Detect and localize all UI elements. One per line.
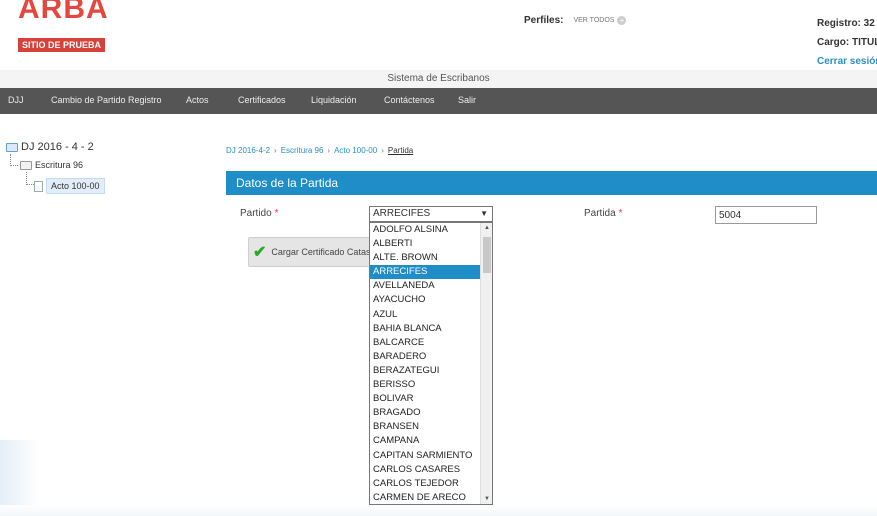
scroll-thumb[interactable] (483, 237, 491, 273)
nav-item-salir[interactable]: Salir (458, 95, 476, 105)
nav-item-djj[interactable]: DJJ (8, 95, 24, 105)
breadcrumb-link-escritura[interactable]: Escritura 96 (281, 146, 324, 155)
registro-text: Registro: 32 - 0 (817, 18, 877, 29)
dropdown-option[interactable]: BARADERO (370, 350, 481, 364)
dropdown-option[interactable]: AYACUCHO (370, 293, 481, 307)
system-title: Sistema de Escribanos (0, 70, 877, 88)
logo-subtitle: SITIO DE PRUEBA (18, 38, 106, 52)
dropdown-option[interactable]: CAMPANA (370, 434, 481, 448)
required-mark: * (618, 208, 623, 219)
file-icon (34, 180, 43, 192)
dropdown-option[interactable]: CARLOS CASARES (370, 463, 481, 477)
nav-item-actos[interactable]: Actos (186, 95, 209, 105)
checkmark-icon: ✔ (253, 244, 267, 261)
folder-icon (20, 160, 32, 170)
dropdown-option[interactable]: AVELLANEDA (370, 279, 481, 293)
scroll-up-icon[interactable]: ▲ (481, 223, 492, 233)
tree-root-label: DJ 2016 - 4 - 2 (21, 141, 94, 153)
partido-label-text: Partido (240, 208, 272, 219)
panel-title: Datos de la Partida (226, 171, 877, 195)
tree-node-acto[interactable]: Acto 100-00 (34, 178, 105, 194)
cargar-certificado-label: Cargar Certificado Catastral (271, 247, 373, 257)
profiles-label: Perfiles: (524, 15, 564, 26)
cargar-certificado-button[interactable]: ✔ Cargar Certificado Catastral (248, 237, 373, 267)
view-all-label: VER TODOS (573, 17, 615, 24)
cargo-text: Cargo: TITULAR (817, 37, 877, 48)
dropdown-option[interactable]: BOLIVAR (370, 392, 481, 406)
chevron-right-icon: › (274, 146, 277, 155)
folder-open-icon (6, 142, 18, 152)
dropdown-options: ADOLFO ALSINA ALBERTI ALTE. BROWN ARRECIFES… (370, 223, 481, 504)
tree-acto-label: Acto 100-00 (46, 178, 105, 194)
partido-dropdown-list[interactable]: ADOLFO ALSINA ALBERTI ALTE. BROWN ARRECIFES… (369, 222, 493, 505)
logo-text: ARBA (18, 0, 109, 25)
nav-item-liquidacion[interactable]: Liquidación (311, 95, 357, 105)
main-nav: DJJ Cambio de Partido Registro Actos Cer… (0, 88, 877, 114)
nav-item-contactenos[interactable]: Contáctenos (384, 95, 435, 105)
dropdown-arrow-icon: ▼ (480, 209, 488, 218)
dropdown-option[interactable]: CAPITAN SARMIENTO (370, 449, 481, 463)
breadcrumb-current[interactable]: Partida (388, 146, 413, 155)
dropdown-option[interactable]: CARMEN DE ARECO (370, 491, 481, 504)
chevron-right-icon: › (327, 146, 331, 155)
partida-label: Partida * (584, 208, 622, 219)
partido-select[interactable]: ARRECIFES ▼ (369, 206, 493, 222)
dropdown-option[interactable]: BRAGADO (370, 406, 481, 420)
user-info: Registro: 32 - 0 Cargo: TITULAR Cerrar s… (817, 14, 877, 71)
site-logo[interactable]: ARBA SITIO DE PRUEBA (14, 0, 109, 56)
tree-node-escritura[interactable]: Escritura 96 (20, 160, 83, 170)
chevron-right-icon: › (381, 146, 384, 155)
dropdown-scrollbar[interactable]: ▲ ▼ (480, 223, 492, 504)
required-mark: * (274, 208, 279, 219)
plus-icon: + (617, 16, 627, 25)
tree-node-root[interactable]: DJ 2016 - 4 - 2 (6, 141, 94, 153)
partido-selected-value: ARRECIFES (373, 208, 431, 219)
dropdown-option[interactable]: BALCARCE (370, 336, 481, 350)
dropdown-option[interactable]: ADOLFO ALSINA (370, 223, 481, 237)
dropdown-option[interactable]: AZUL (370, 308, 481, 322)
partido-label: Partido * (240, 208, 278, 219)
nav-item-cambio-partido[interactable]: Cambio de Partido Registro (51, 95, 162, 105)
dropdown-option[interactable]: BAHIA BLANCA (370, 322, 481, 336)
nav-item-certificados[interactable]: Certificados (238, 95, 286, 105)
dropdown-option[interactable]: BERISSO (370, 378, 481, 392)
scroll-down-icon[interactable]: ▼ (481, 494, 492, 504)
dropdown-option[interactable]: ALBERTI (370, 237, 481, 251)
dropdown-option[interactable]: ALTE. BROWN (370, 251, 481, 265)
breadcrumb-link-acto[interactable]: Acto 100-00 (334, 146, 377, 155)
dropdown-option[interactable]: BRANSEN (370, 420, 481, 434)
tree-connector (10, 154, 18, 166)
profiles-selector: Perfiles: VER TODOS + (524, 14, 630, 27)
breadcrumb-link-dj[interactable]: DJ 2016-4-2 (226, 146, 270, 155)
dropdown-option[interactable]: CARLOS TEJEDOR (370, 477, 481, 491)
breadcrumb: DJ 2016-4-2 › Escritura 96 › Acto 100-00 › Par… (226, 146, 413, 155)
tree-connector (26, 172, 34, 185)
decorative-fade (0, 505, 877, 516)
dropdown-option[interactable]: BERAZATEGUI (370, 364, 481, 378)
partida-input[interactable] (715, 206, 817, 224)
partida-label-text: Partida (584, 208, 616, 219)
view-all-profiles-button[interactable]: VER TODOS + (569, 14, 630, 27)
logout-link[interactable]: Cerrar sesión (817, 56, 877, 67)
dropdown-option[interactable]: ARRECIFES (370, 265, 481, 280)
tree-escritura-label: Escritura 96 (35, 160, 84, 170)
